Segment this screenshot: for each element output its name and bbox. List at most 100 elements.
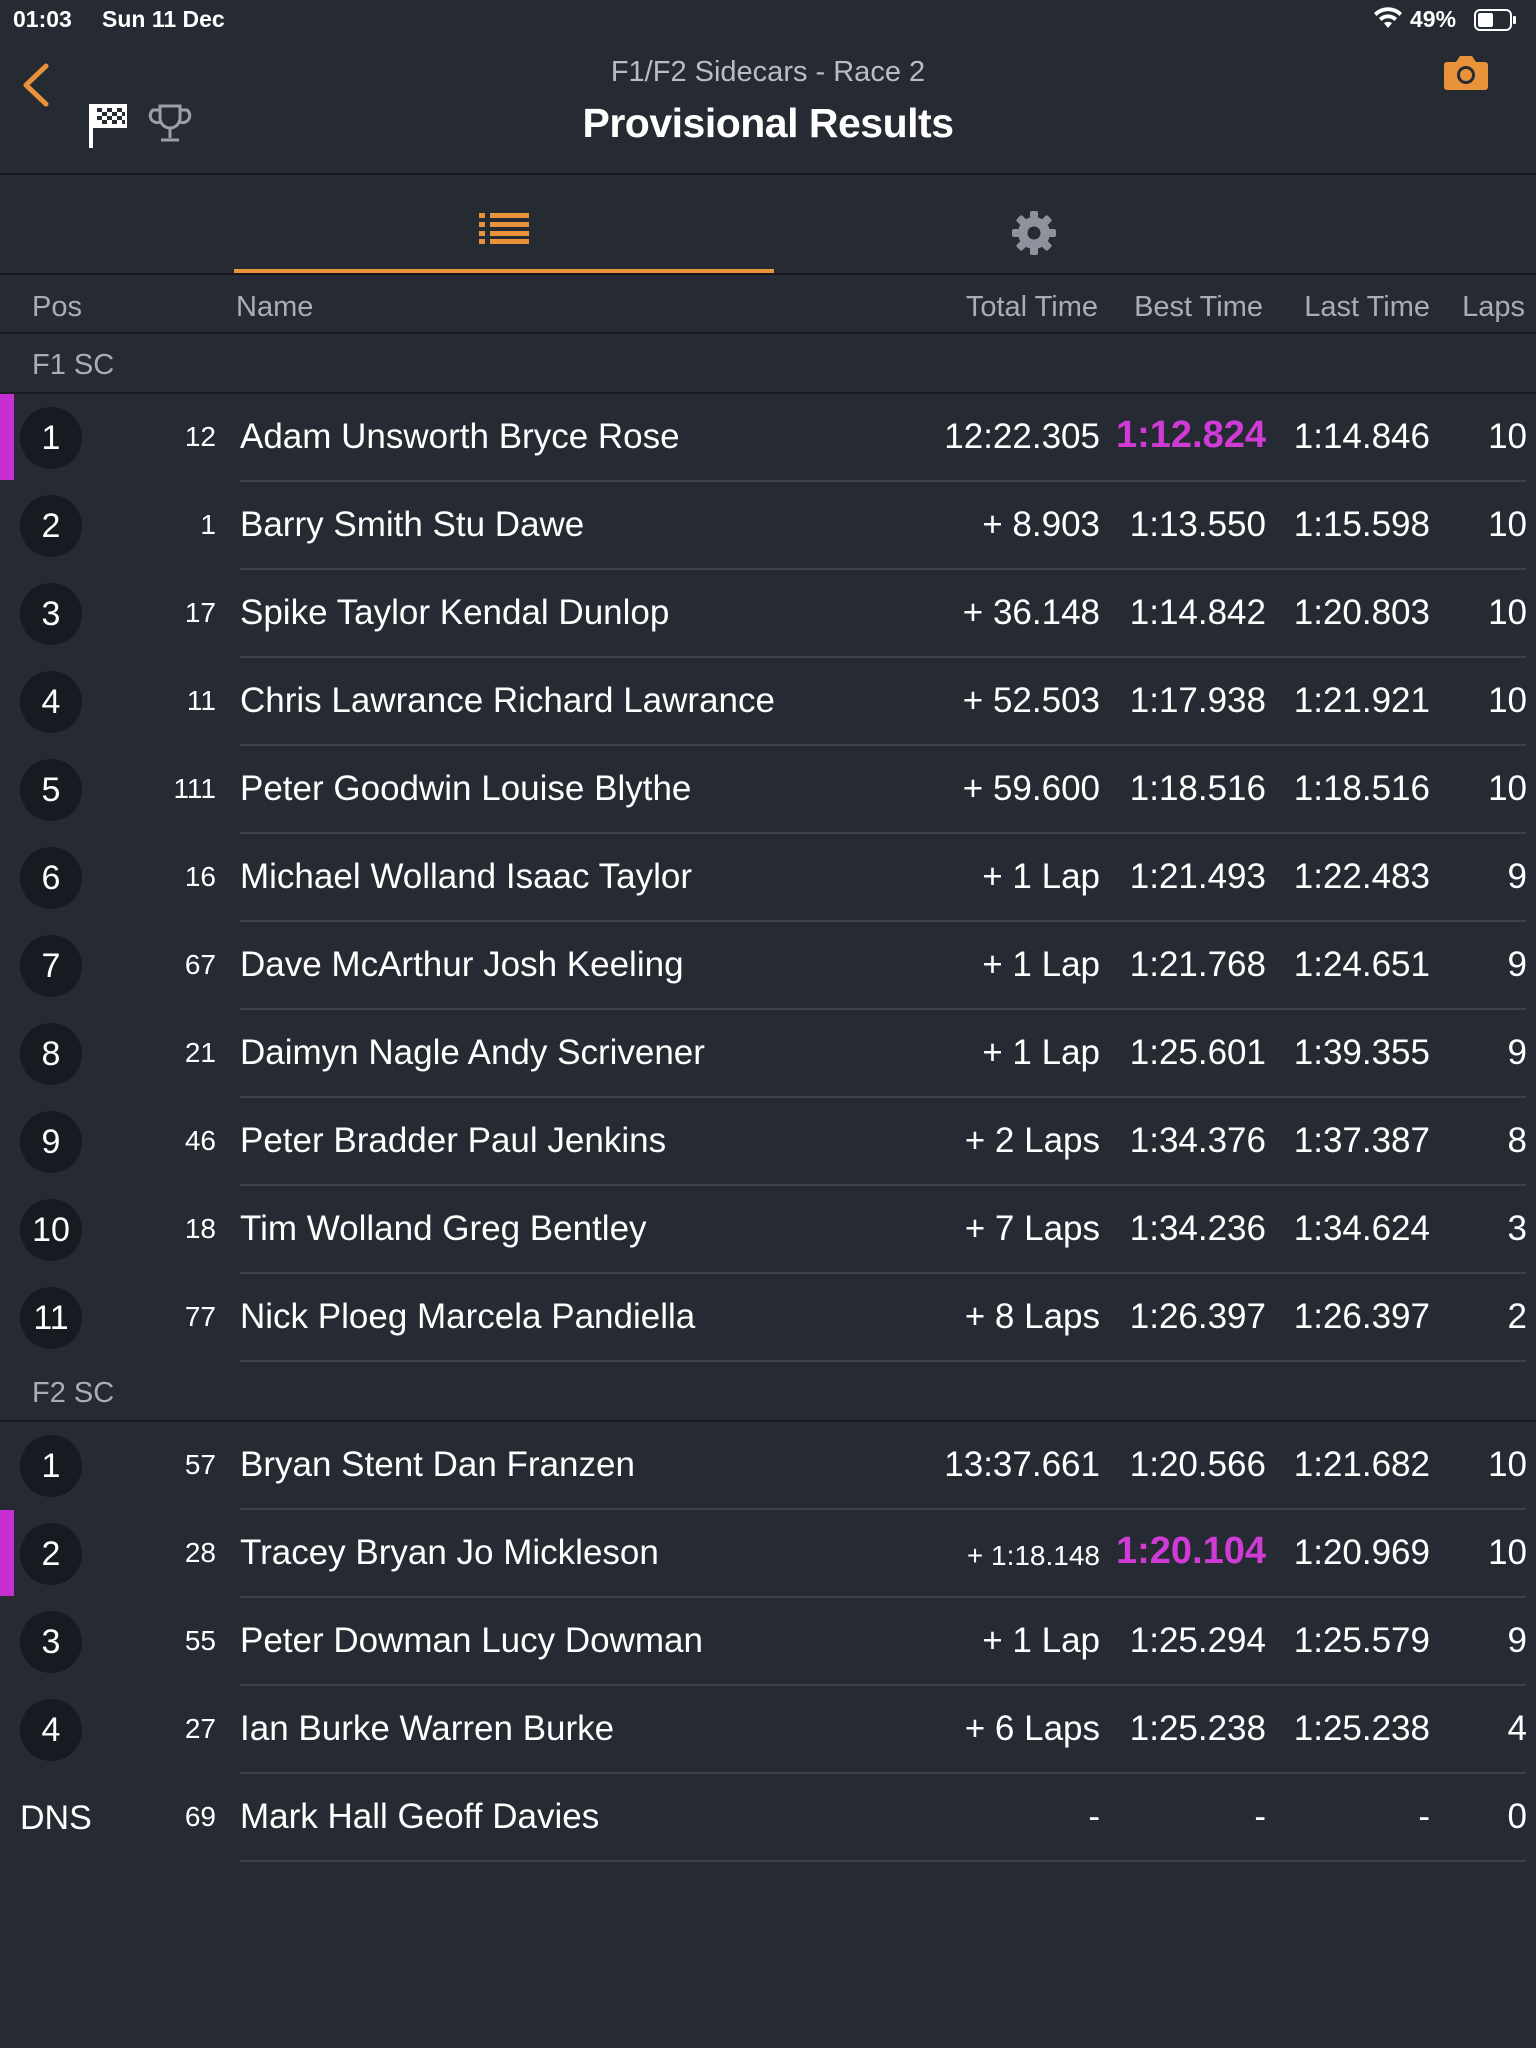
column-pos[interactable]: Pos [32, 291, 82, 324]
position-badge: 2 [20, 495, 82, 557]
table-row[interactable]: 4 11 Chris Lawrance Richard Lawrance + 52.5… [0, 658, 1536, 746]
total-time: 12:22.305 [944, 417, 1100, 456]
status-time: 01:03 [13, 6, 72, 32]
total-time: + 1 Lap [982, 945, 1100, 984]
laps-count: 10 [1488, 1445, 1527, 1484]
total-time: + 1 Lap [982, 1033, 1100, 1072]
last-time: 1:20.969 [1293, 1533, 1430, 1572]
tab-settings[interactable] [774, 177, 1294, 273]
table-row[interactable]: 7 67 Dave McArthur Josh Keeling + 1 Lap 1:21… [0, 922, 1536, 1010]
laps-count: 10 [1488, 681, 1527, 720]
last-time: - [1418, 1797, 1430, 1836]
position-badge: 3 [20, 583, 82, 645]
best-time: 1:21.768 [1129, 945, 1266, 984]
column-best-time[interactable]: Best Time [1134, 291, 1263, 324]
laps-count: 2 [1507, 1297, 1527, 1336]
best-time: 1:34.376 [1129, 1121, 1266, 1160]
total-time: + 2 Laps [964, 1121, 1100, 1160]
total-time: + 1:18.148 [966, 1540, 1100, 1571]
rider-names: Daimyn Nagle Andy Scrivener [240, 1033, 705, 1072]
last-time: 1:34.624 [1293, 1209, 1430, 1248]
rider-names: Spike Taylor Kendal Dunlop [240, 593, 670, 632]
best-time: 1:13.550 [1129, 505, 1266, 544]
status-bar: 01:03 Sun 11 Dec 49% [0, 0, 1536, 40]
race-number: 77 [184, 1301, 216, 1332]
total-time: + 6 Laps [964, 1709, 1100, 1748]
battery-icon [1474, 9, 1516, 31]
column-name[interactable]: Name [236, 291, 313, 324]
fastest-lap-marker [0, 1510, 14, 1596]
table-row[interactable]: 11 77 Nick Ploeg Marcela Pandiella + 8 Laps… [0, 1274, 1536, 1362]
total-time: - [1088, 1797, 1100, 1836]
total-time: + 8 Laps [964, 1297, 1100, 1336]
fastest-lap-marker [0, 394, 14, 480]
position-badge: 4 [20, 1699, 82, 1761]
rider-names: Tracey Bryan Jo Mickleson [240, 1533, 659, 1572]
last-time: 1:39.355 [1293, 1033, 1430, 1072]
tab-bar [0, 177, 1536, 275]
navigation-header: F1/F2 Sidecars - Race 2 Provisional Resu… [0, 40, 1536, 175]
total-time: + 7 Laps [964, 1209, 1100, 1248]
best-time: - [1254, 1797, 1266, 1836]
position-badge: 1 [20, 407, 82, 469]
race-number: 57 [184, 1449, 216, 1480]
table-row[interactable]: 9 46 Peter Bradder Paul Jenkins + 2 Laps 1:3… [0, 1098, 1536, 1186]
last-time: 1:20.803 [1293, 593, 1430, 632]
race-number: 21 [184, 1037, 216, 1068]
total-time: + 36.148 [962, 593, 1100, 632]
laps-count: 10 [1488, 769, 1527, 808]
total-time: + 59.600 [962, 769, 1100, 808]
rider-names: Adam Unsworth Bryce Rose [240, 417, 680, 456]
last-time: 1:18.516 [1293, 769, 1430, 808]
race-number: 46 [184, 1125, 216, 1156]
laps-count: 4 [1507, 1709, 1527, 1748]
total-time: 13:37.661 [944, 1445, 1100, 1484]
best-time: 1:26.397 [1129, 1297, 1266, 1336]
laps-count: 10 [1488, 1533, 1527, 1572]
rider-names: Peter Dowman Lucy Dowman [240, 1621, 703, 1660]
table-row[interactable]: 1 57 Bryan Stent Dan Franzen 13:37.661 1:20.… [0, 1422, 1536, 1510]
best-time: 1:21.493 [1129, 857, 1266, 896]
position-badge: 10 [20, 1199, 82, 1261]
group-header: F1 SC [0, 334, 1536, 394]
last-time: 1:15.598 [1293, 505, 1430, 544]
race-number: 11 [186, 685, 216, 716]
rider-names: Tim Wolland Greg Bentley [240, 1209, 647, 1248]
position-badge: 5 [20, 759, 82, 821]
table-row[interactable]: 2 1 Barry Smith Stu Dawe + 8.903 1:13.550 1:1… [0, 482, 1536, 570]
table-row[interactable]: DNS 69 Mark Hall Geoff Davies - - - 0 [0, 1774, 1536, 1862]
tab-results-list[interactable] [234, 177, 774, 273]
best-time: 1:25.238 [1129, 1709, 1266, 1748]
rider-names: Dave McArthur Josh Keeling [240, 945, 684, 984]
table-row[interactable]: 8 21 Daimyn Nagle Andy Scrivener + 1 Lap 1:2… [0, 1010, 1536, 1098]
last-time: 1:25.238 [1293, 1709, 1430, 1748]
table-row[interactable]: 3 17 Spike Taylor Kendal Dunlop + 36.148 1:1… [0, 570, 1536, 658]
rider-names: Barry Smith Stu Dawe [240, 505, 585, 544]
race-number: 16 [184, 861, 216, 892]
best-time: 1:34.236 [1129, 1209, 1266, 1248]
rider-names: Ian Burke Warren Burke [240, 1709, 615, 1748]
table-row[interactable]: 3 55 Peter Dowman Lucy Dowman + 1 Lap 1:25.2… [0, 1598, 1536, 1686]
race-subtitle: F1/F2 Sidecars - Race 2 [610, 56, 926, 88]
column-total-time[interactable]: Total Time [966, 291, 1098, 324]
group-label: F1 SC [32, 349, 115, 381]
column-last-time[interactable]: Last Time [1304, 291, 1430, 324]
camera-icon[interactable] [1442, 52, 1490, 92]
rider-names: Chris Lawrance Richard Lawrance [240, 681, 775, 720]
table-row[interactable]: 5 111 Peter Goodwin Louise Blythe + 59.600 1… [0, 746, 1536, 834]
position-badge: 4 [20, 671, 82, 733]
position-badge: 1 [20, 1435, 82, 1497]
last-time: 1:37.387 [1293, 1121, 1430, 1160]
table-row[interactable]: 10 18 Tim Wolland Greg Bentley + 7 Laps 1:34… [0, 1186, 1536, 1274]
laps-count: 9 [1507, 945, 1527, 984]
table-row[interactable]: 1 12 Adam Unsworth Bryce Rose 12:22.305 1:12… [0, 394, 1536, 482]
table-row[interactable]: 4 27 Ian Burke Warren Burke + 6 Laps 1:25.23… [0, 1686, 1536, 1774]
page-title: Provisional Results [582, 100, 954, 146]
total-time: + 52.503 [962, 681, 1100, 720]
total-time: + 1 Lap [982, 857, 1100, 896]
column-laps[interactable]: Laps [1462, 291, 1525, 324]
rider-names: Mark Hall Geoff Davies [240, 1797, 600, 1836]
table-row[interactable]: 2 28 Tracey Bryan Jo Mickleson + 1:18.148 1:… [0, 1510, 1536, 1598]
table-row[interactable]: 6 16 Michael Wolland Isaac Taylor + 1 Lap 1:… [0, 834, 1536, 922]
race-number: 28 [184, 1537, 216, 1568]
